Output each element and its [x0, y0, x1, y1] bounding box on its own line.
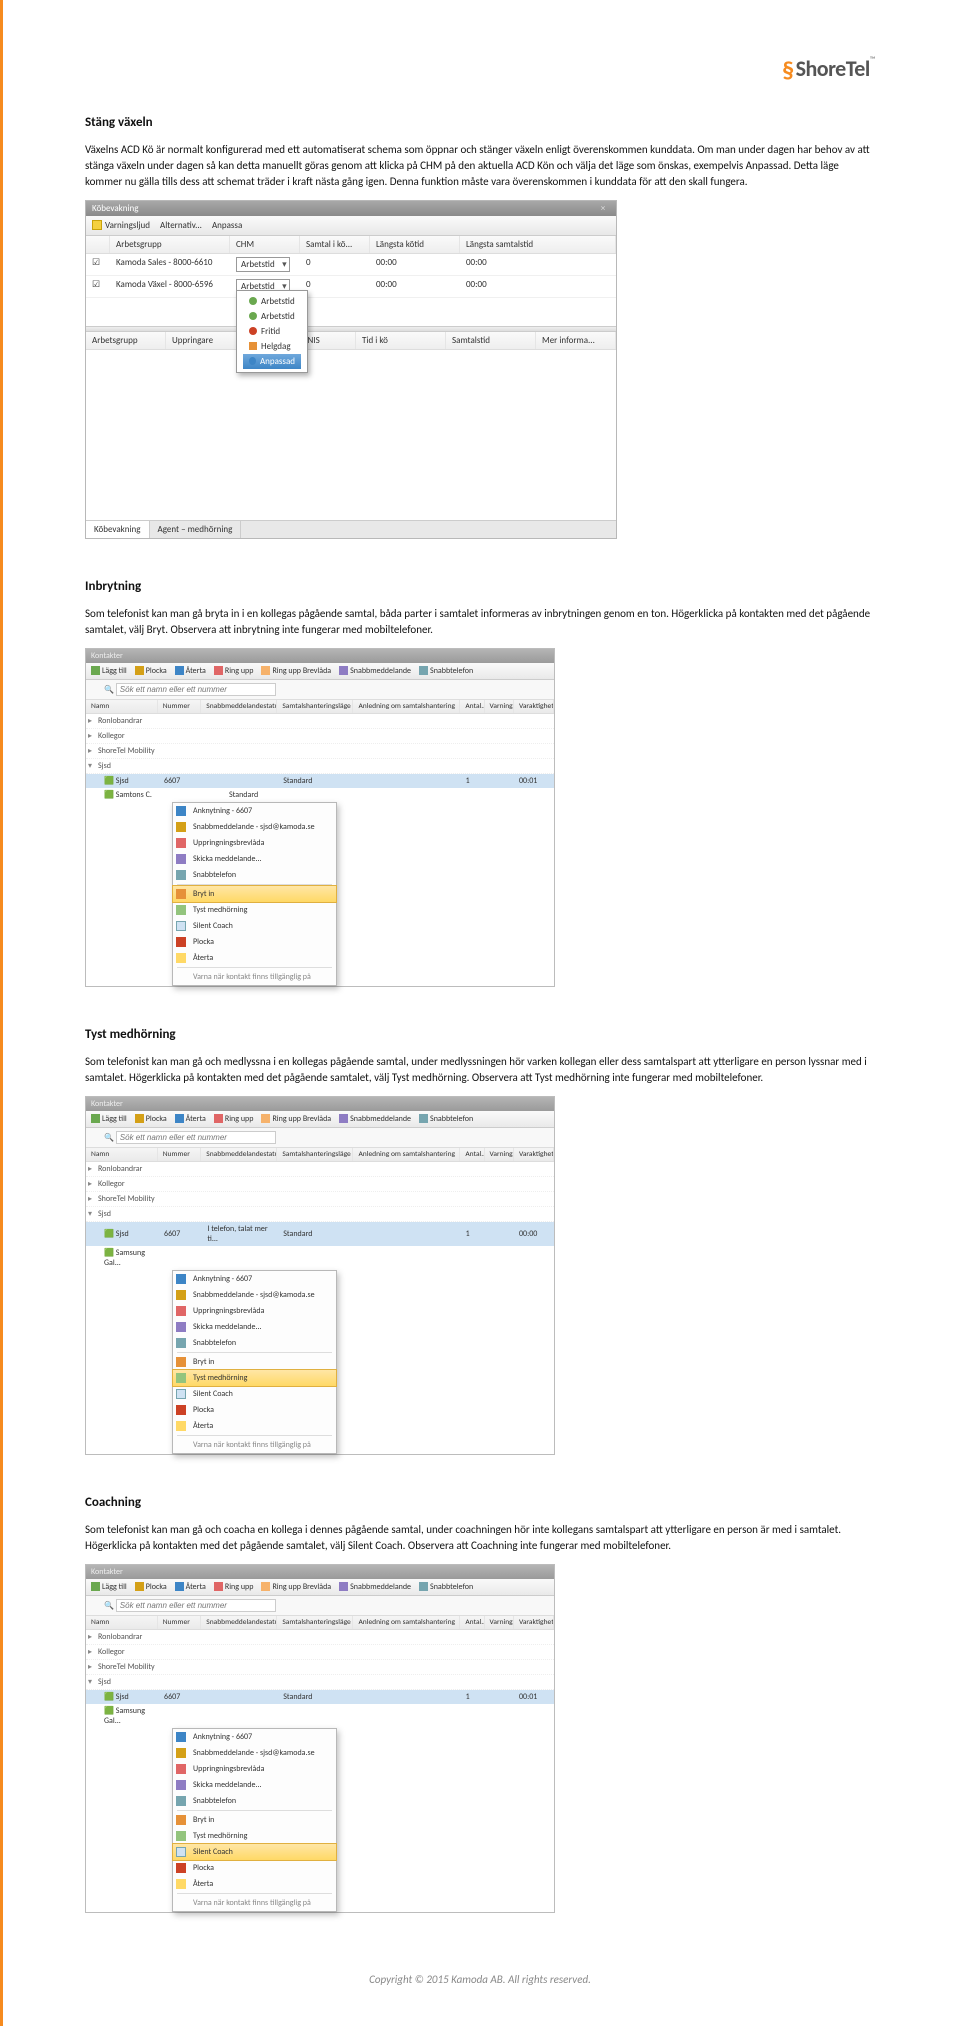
context-menu[interactable]: Anknytning - 6607 Snabbmeddelande - sjsd…	[172, 802, 337, 986]
group[interactable]: Ronlobandrar	[86, 714, 554, 729]
text-block: Som telefonist kan man gå och medlyssna …	[85, 1054, 875, 1086]
ctx-snabb: Snabbmeddelande - sjsd@kamoda.se	[173, 819, 336, 835]
search-input[interactable]	[116, 1599, 276, 1612]
dropdown-chm[interactable]: Arbetstid	[236, 257, 290, 272]
contact-row-selected[interactable]: 🟩 Sjsd 6607 I telefon, talat mer ti... S…	[86, 1222, 554, 1246]
col-samtal: Samtal i kö...	[300, 236, 370, 253]
group-open[interactable]: Sjsd	[86, 759, 554, 774]
heading-tyst: Tyst medhörning	[85, 1027, 875, 1042]
window-title: Kontakter	[86, 1565, 554, 1579]
ctx-tyst-highlighted: Tyst medhörning	[172, 1369, 337, 1387]
chm-dropdown-menu[interactable]: Arbetstid Arbetstid Fritid Helgdag Anpas…	[236, 290, 308, 373]
group[interactable]: Kollegor	[86, 729, 554, 744]
text-block: Som telefonist kan man gå och coacha en …	[85, 1522, 875, 1554]
ctx-uppringning: Uppringningsbrevlåda	[173, 835, 336, 851]
context-menu[interactable]: Anknytning - 6607 Snabbmeddelande - sjsd…	[172, 1728, 337, 1912]
col-chm: CHM	[230, 236, 300, 253]
window-kontakter-tyst: Kontakter Lägg till Plocka Återta Ring u…	[85, 1096, 555, 1455]
ctx-plocka: Plocka	[173, 934, 336, 950]
window-kontakter-inbrytning: Kontakter Lägg till Plocka Återta Ring u…	[85, 648, 555, 987]
heading-stang-vaxeln: Stäng växeln	[85, 115, 875, 130]
group-open[interactable]: Sjsd	[86, 1207, 554, 1222]
window-kobevakning: Köbevakning × Varningsljud Alternativ...…	[85, 200, 617, 539]
text-block: Växelns ACD Kö är normalt konfigurerad m…	[85, 142, 875, 190]
tb-lagg-till[interactable]: Lägg till	[91, 666, 127, 676]
ctx-bryt-in-highlighted: Bryt in	[172, 885, 337, 903]
toolbar-anpassa[interactable]: Anpassa	[212, 220, 242, 231]
ctx-tyst: Tyst medhörning	[173, 902, 336, 918]
window-title: Kontakter	[86, 649, 554, 663]
window-kontakter-coach: Kontakter Lägg till Plocka Återta Ring u…	[85, 1564, 555, 1913]
ctx-skicka: Skicka meddelande...	[173, 851, 336, 867]
ctx-silent-coach-highlighted: Silent Coach	[172, 1843, 337, 1861]
group[interactable]: ShoreTel Mobility	[86, 744, 554, 759]
group[interactable]: Kollegor	[86, 1177, 554, 1192]
contact-row[interactable]: 🟩 Samsung Gal...	[86, 1246, 554, 1270]
tb-aterta[interactable]: Återta	[175, 666, 206, 676]
col-langsta: Längsta kötid	[370, 236, 460, 253]
ctx-silent-coach: Silent Coach	[173, 918, 336, 934]
contact-row-selected[interactable]: 🟩 Sjsd 6607 Standard 1 00:01	[86, 774, 554, 788]
tb-brevlada[interactable]: Ring upp Brevlåda	[261, 666, 331, 676]
table-row[interactable]: ☑ Kamoda Sales - 8000-6610 Arbetstid 0 0…	[86, 254, 616, 276]
col-samtalstid: Längsta samtalstid	[460, 236, 616, 253]
toolbar-alternativ[interactable]: Alternativ...	[160, 220, 202, 231]
ctx-anknytning: Anknytning - 6607	[173, 803, 336, 819]
col-arbetsgrupp: Arbetsgrupp	[110, 236, 230, 253]
search-input[interactable]	[116, 683, 276, 696]
heading-inbrytning: Inbrytning	[85, 579, 875, 594]
copyright: Copyright © 2015 Kamoda AB. All rights r…	[85, 1973, 875, 1986]
window-title: Kontakter	[86, 1097, 554, 1111]
tb-snabb[interactable]: Snabbmeddelande	[339, 666, 411, 676]
table-row[interactable]: ☑ Kamoda Växel - 8000-6596 Arbetstid 0 0…	[86, 276, 616, 298]
ctx-varna: Varna när kontakt finns tillgänglig på	[173, 969, 336, 985]
group[interactable]: Ronlobandrar	[86, 1162, 554, 1177]
heading-coachning: Coachning	[85, 1495, 875, 1510]
logo: §ShoreTel™	[85, 55, 875, 85]
contact-row[interactable]: 🟩 Samsung Gal...	[86, 1704, 554, 1728]
text-block: Som telefonist kan man gå bryta in i en …	[85, 606, 875, 638]
window-title: Köbevakning	[92, 203, 139, 214]
contact-row[interactable]: 🟩 Samtons C. Standard	[86, 788, 554, 802]
tb-snabbtelefon[interactable]: Snabbtelefon	[419, 666, 473, 676]
context-menu[interactable]: Anknytning - 6607 Snabbmeddelande - sjsd…	[172, 1270, 337, 1454]
ctx-snabbtelefon: Snabbtelefon	[173, 867, 336, 883]
toolbar-varning[interactable]: Varningsljud	[92, 220, 150, 231]
ctx-aterta: Återta	[173, 950, 336, 966]
tb-plocka[interactable]: Plocka	[135, 666, 167, 676]
search-input[interactable]	[116, 1131, 276, 1144]
tab-kobevakning[interactable]: Köbevakning	[86, 521, 150, 538]
tab-agent[interactable]: Agent – medhörning	[150, 521, 242, 538]
close-icon[interactable]: ×	[596, 203, 610, 214]
tb-ring-upp[interactable]: Ring upp	[214, 666, 254, 676]
group[interactable]: ShoreTel Mobility	[86, 1192, 554, 1207]
contact-row-selected[interactable]: 🟩 Sjsd 6607 Standard 1 00:01	[86, 1690, 554, 1704]
